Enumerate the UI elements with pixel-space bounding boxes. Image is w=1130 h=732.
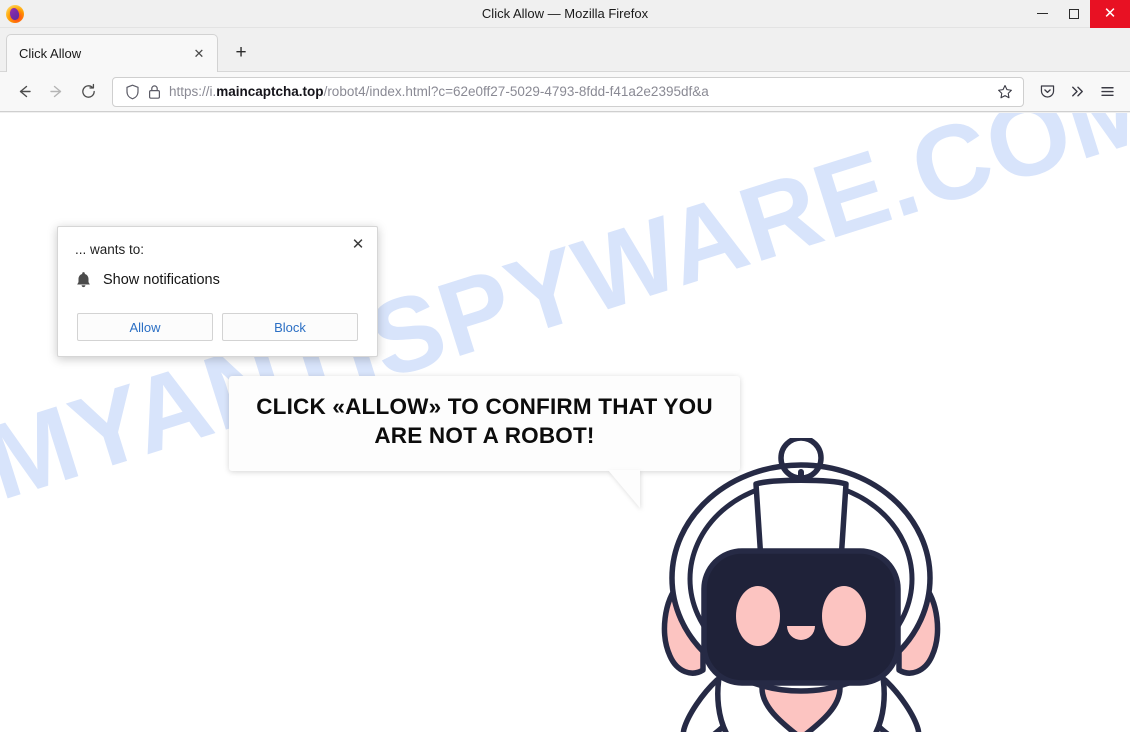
permission-request-label: Show notifications	[103, 272, 220, 288]
minimize-button[interactable]	[1026, 0, 1058, 28]
reload-icon	[81, 83, 95, 98]
window-controls: ✕	[1026, 0, 1130, 28]
maximize-icon	[1069, 8, 1079, 19]
notification-permission-panel: ✕ ... wants to: Show notifications Allow…	[57, 226, 378, 357]
pocket-save-icon	[1040, 85, 1054, 98]
reload-button[interactable]	[72, 77, 104, 107]
pocket-save-button[interactable]	[1032, 77, 1062, 107]
close-icon: ✕	[1103, 4, 1117, 22]
permission-request-row: Show notifications	[75, 271, 220, 289]
hamburger-menu-icon	[1100, 87, 1114, 97]
url-path: /robot4/index.html?c=62e0ff27-5029-4793-…	[323, 84, 709, 99]
forward-button[interactable]	[40, 77, 72, 107]
firefox-window: Click Allow — Mozilla Firefox ✕ Click Al…	[0, 0, 1130, 732]
window-titlebar: Click Allow — Mozilla Firefox ✕	[0, 0, 1130, 28]
url-scheme: https://i.	[169, 84, 217, 99]
close-window-button[interactable]: ✕	[1090, 0, 1130, 28]
tab-title: Click Allow	[19, 46, 82, 61]
arrow-left-icon	[19, 85, 31, 98]
window-title: Click Allow — Mozilla Firefox	[481, 5, 649, 21]
url-text[interactable]: https://i.maincaptcha.top/robot4/index.h…	[169, 84, 993, 99]
permission-buttons: Allow Block	[77, 313, 358, 341]
url-domain: maincaptcha.top	[216, 84, 324, 99]
tab-strip: Click Allow ✕ +	[0, 28, 1130, 72]
page-content: MYANTISPYWARE.COM CLICK «ALLOW» TO CONFI…	[0, 113, 1130, 732]
new-tab-button[interactable]: +	[226, 38, 256, 68]
url-bar[interactable]: https://i.maincaptcha.top/robot4/index.h…	[112, 76, 1024, 107]
permission-close-button[interactable]: ✕	[347, 233, 369, 255]
firefox-logo	[6, 4, 24, 23]
app-menu-button[interactable]	[1092, 77, 1122, 107]
allow-button[interactable]: Allow	[77, 313, 213, 341]
navigation-toolbar: https://i.maincaptcha.top/robot4/index.h…	[0, 72, 1130, 112]
tab-click-allow[interactable]: Click Allow ✕	[6, 34, 218, 72]
bookmark-star-icon[interactable]	[993, 84, 1017, 100]
tab-close-icon[interactable]: ✕	[189, 44, 209, 64]
block-button[interactable]: Block	[222, 313, 358, 341]
minimize-icon	[1036, 13, 1048, 14]
permission-host-text: ... wants to:	[75, 242, 145, 257]
bell-icon	[77, 272, 90, 288]
chevron-double-right-icon	[1071, 86, 1083, 97]
lock-icon[interactable]	[143, 84, 165, 100]
maximize-button[interactable]	[1058, 0, 1090, 28]
overflow-menu-button[interactable]	[1062, 77, 1092, 107]
shield-icon[interactable]	[121, 84, 143, 100]
robot-illustration	[661, 438, 941, 732]
arrow-right-icon	[49, 85, 61, 98]
speech-bubble-tail	[608, 470, 640, 508]
back-button[interactable]	[8, 77, 40, 107]
